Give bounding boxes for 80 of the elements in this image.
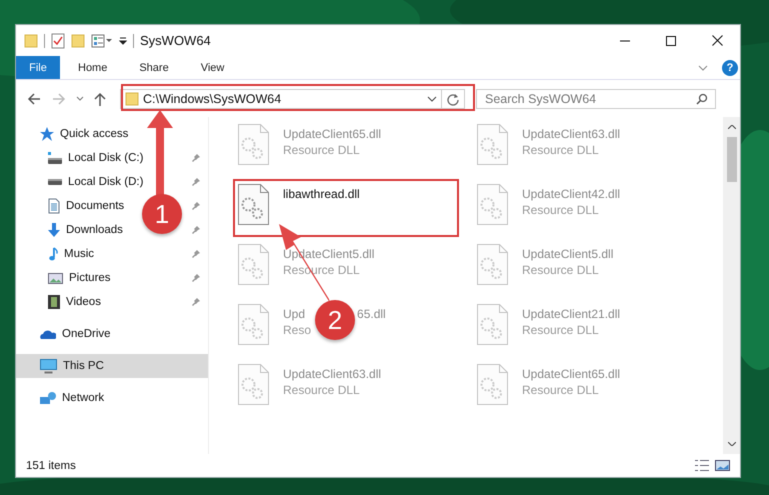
file-type: Resource DLL	[522, 143, 599, 157]
music-note-icon	[48, 247, 58, 261]
sidebar-item[interactable]: OneDrive	[62, 328, 111, 340]
file-type: Resource DLL	[283, 143, 360, 157]
dll-file-icon	[238, 364, 269, 405]
sidebar-item[interactable]: Downloads	[66, 224, 123, 236]
scroll-down-icon[interactable]	[728, 442, 736, 446]
minimize-icon	[620, 40, 630, 42]
network-icon	[40, 392, 56, 404]
ribbon-tab[interactable]: Home	[64, 56, 122, 79]
dll-file-icon	[477, 364, 508, 405]
picture-icon	[48, 272, 63, 284]
maximize-icon	[666, 36, 676, 46]
sidebar-item[interactable]: Music	[64, 248, 94, 260]
sidebar-item[interactable]: Documents	[66, 200, 124, 212]
scrollbar-thumb[interactable]	[726, 137, 736, 182]
view-list-icon[interactable]	[91, 34, 113, 48]
details-view-icon[interactable]	[695, 460, 709, 471]
expand-ribbon-icon[interactable]	[698, 64, 708, 70]
dll-file-icon	[477, 124, 508, 165]
dll-file-icon	[238, 184, 269, 225]
recent-dropdown-icon[interactable]	[76, 96, 84, 102]
file-type: Resource DLL	[522, 323, 599, 337]
dll-file-icon	[238, 244, 269, 285]
sidebar-item[interactable]: Pictures	[69, 272, 111, 284]
ribbon-tab[interactable]: View	[186, 56, 238, 79]
dll-file-icon	[477, 304, 508, 345]
sidebar-item[interactable]: This PC	[63, 360, 104, 372]
folder-icon	[125, 92, 139, 106]
pin-icon[interactable]	[192, 154, 200, 162]
properties-icon[interactable]	[51, 32, 65, 48]
pin-icon[interactable]	[192, 250, 200, 258]
dll-file-icon	[238, 304, 269, 345]
file-type: Resource DLL	[522, 383, 599, 397]
file-type: Resource DLL	[283, 383, 360, 397]
dll-file-icon	[477, 184, 508, 225]
up-icon[interactable]	[93, 90, 107, 106]
sidebar-item[interactable]: Network	[62, 392, 104, 404]
star-icon	[40, 127, 54, 141]
search-field[interactable]: Search SysWOW64	[476, 88, 716, 108]
help-button[interactable]: ?	[722, 60, 738, 76]
pin-icon[interactable]	[192, 202, 200, 210]
file-type: Resource DLL	[522, 263, 599, 277]
file-name[interactable]: libawthread.dll	[283, 187, 360, 201]
monitor-icon	[40, 358, 57, 374]
file-type: Reso	[283, 323, 312, 337]
dll-file-icon	[238, 124, 269, 165]
sidebar-item[interactable]: Videos	[66, 296, 101, 308]
pin-icon[interactable]	[192, 274, 200, 282]
cloud-icon	[40, 329, 56, 339]
document-icon	[48, 198, 60, 214]
sidebar-item[interactable]: Local Disk (C:)	[68, 152, 144, 164]
file-type: Resource DLL	[522, 203, 599, 217]
scrollbar[interactable]	[723, 117, 740, 454]
dropdown-icon[interactable]	[427, 96, 437, 102]
ribbon-tab[interactable]: Share	[125, 56, 183, 79]
pin-icon[interactable]	[192, 298, 200, 306]
film-icon	[48, 295, 60, 309]
drive-icon	[48, 152, 62, 164]
search-icon	[696, 92, 708, 104]
scroll-up-icon[interactable]	[728, 125, 736, 129]
new-folder-icon[interactable]	[71, 34, 85, 48]
folder-icon[interactable]	[24, 34, 38, 48]
ribbon-tab[interactable]: File	[16, 56, 60, 79]
sidebar-item[interactable]: Quick access	[60, 128, 128, 140]
address-field[interactable]: C:\Windows\SysWOW64	[120, 88, 465, 108]
dropdown-icon[interactable]	[119, 36, 127, 44]
download-icon	[48, 223, 60, 237]
sidebar-item[interactable]: Local Disk (D:)	[68, 176, 144, 188]
pin-icon[interactable]	[192, 226, 200, 234]
dll-file-icon	[477, 244, 508, 285]
forward-icon[interactable]	[51, 92, 67, 106]
back-icon[interactable]	[26, 92, 42, 106]
pin-icon[interactable]	[192, 178, 200, 186]
item-count: 151 items	[26, 460, 76, 472]
large-icons-view-icon[interactable]	[715, 460, 730, 471]
close-icon	[712, 35, 722, 46]
window-title: SysWOW64	[140, 33, 211, 48]
refresh-icon[interactable]	[446, 92, 460, 106]
drive-icon	[48, 179, 62, 185]
